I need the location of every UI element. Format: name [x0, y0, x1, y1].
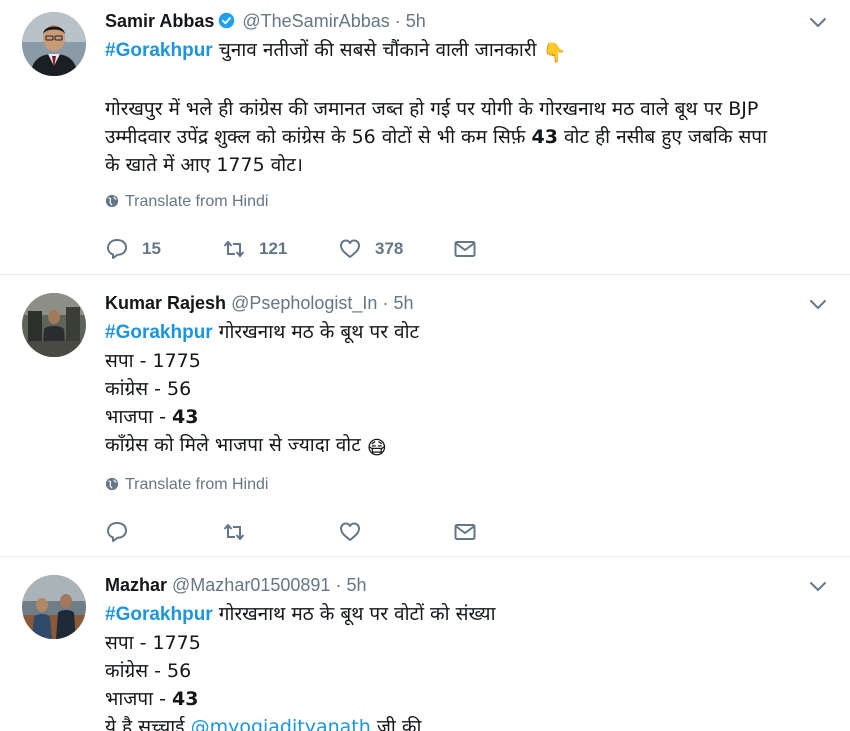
bold-number: 43 — [172, 688, 199, 710]
translate-label: Translate from Hindi — [125, 476, 269, 493]
avatar[interactable] — [22, 293, 86, 357]
text-line: कांग्रेस - 56 — [105, 378, 192, 400]
text-line: काँग्रेस को मिले भाजपा से ज्यादा वोट — [105, 434, 361, 456]
like-icon — [340, 239, 360, 258]
retweet-button[interactable] — [222, 520, 246, 544]
reply-icon — [107, 522, 127, 542]
display-name[interactable]: Kumar Rajesh — [105, 293, 226, 313]
username[interactable]: @Psephologist_In — [231, 293, 377, 313]
separator-dot: · — [382, 293, 389, 313]
translate-link[interactable]: Translate from Hindi — [105, 193, 268, 211]
timestamp[interactable]: 5h — [393, 293, 413, 313]
avatar[interactable] — [22, 575, 86, 639]
tweet-text: #Gorakhpur गोरखनाथ मठ के बूथ पर वोटों को… — [105, 600, 496, 731]
text-line: सपा - 1775 — [105, 632, 201, 654]
retweet-icon — [223, 240, 245, 258]
tweet-header: Mazhar @Mazhar01500891 · 5h — [105, 574, 366, 596]
text-line: भाजपा - — [105, 688, 173, 710]
text-line: वोट ही नसीब हुए जबकि सपा — [557, 126, 768, 148]
translate-link[interactable]: Translate from Hindi — [105, 476, 268, 494]
chevron-down-icon[interactable] — [808, 580, 828, 594]
mask-face-emoji: 😷 — [366, 437, 387, 459]
like-button[interactable] — [338, 520, 362, 544]
globe-icon — [105, 477, 119, 491]
mention-link[interactable]: @myogiadityanath — [191, 716, 371, 731]
tweet-text: #Gorakhpur चुनाव नतीजों की सबसे चौंकाने … — [105, 36, 767, 179]
hashtag-link[interactable]: #Gorakhpur — [105, 322, 213, 343]
separator-dot: · — [394, 11, 401, 31]
tweet-1[interactable]: Samir Abbas @TheSamirAbbas · 5h #Gorakhp… — [0, 0, 850, 274]
timestamp[interactable]: 5h — [406, 11, 426, 31]
timestamp[interactable]: 5h — [346, 575, 366, 595]
separator-dot: · — [335, 575, 342, 595]
username[interactable]: @TheSamirAbbas — [242, 11, 389, 31]
dm-icon — [454, 241, 476, 257]
text-line: गोरखनाथ मठ के बूथ पर वोटों को संख्या — [212, 603, 496, 625]
translate-label: Translate from Hindi — [125, 193, 269, 210]
point-down-emoji: 👇 — [542, 42, 567, 64]
reply-button[interactable]: 15 — [105, 237, 161, 261]
text-line: ये है सच्चाई — [105, 716, 191, 731]
verified-badge-icon — [218, 12, 235, 29]
username[interactable]: @Mazhar01500891 — [172, 575, 330, 595]
avatar-image — [22, 293, 86, 357]
display-name[interactable]: Mazhar — [105, 575, 167, 595]
dm-button[interactable] — [453, 237, 477, 261]
tweet-text: #Gorakhpur गोरखनाथ मठ के बूथ पर वोट सपा … — [105, 318, 419, 462]
reply-count: 15 — [142, 239, 161, 258]
retweet-count: 121 — [259, 239, 288, 258]
tweet-3[interactable]: Mazhar @Mazhar01500891 · 5h #Gorakhpur ग… — [0, 557, 850, 731]
avatar[interactable] — [22, 12, 86, 76]
tweet-actions: 15 121 378 — [105, 237, 505, 261]
like-icon — [340, 522, 360, 541]
chevron-down-icon[interactable] — [808, 298, 828, 312]
text-line: जी की — [370, 716, 422, 731]
text-line: के खाते में आए 1775 वोट। — [105, 154, 303, 176]
reply-icon — [107, 239, 127, 259]
avatar-image — [22, 575, 86, 639]
tweet-header: Kumar Rajesh @Psephologist_In · 5h — [105, 292, 414, 314]
text-line: भाजपा - — [105, 406, 173, 428]
globe-icon — [105, 194, 119, 208]
hashtag-link[interactable]: #Gorakhpur — [105, 40, 213, 61]
dm-button[interactable] — [453, 520, 477, 544]
like-button[interactable]: 378 — [338, 237, 403, 261]
hashtag-link[interactable]: #Gorakhpur — [105, 604, 213, 625]
tweet-2[interactable]: Kumar Rajesh @Psephologist_In · 5h #Gora… — [0, 275, 850, 556]
retweet-button[interactable]: 121 — [222, 237, 287, 261]
text-line: गोरखपुर में भले ही कांग्रेस की जमानत जब्… — [105, 98, 759, 120]
text-line: गोरखनाथ मठ के बूथ पर वोट — [212, 321, 420, 343]
text-line: चुनाव नतीजों की सबसे चौंकाने वाली जानकार… — [212, 39, 537, 61]
display-name[interactable]: Samir Abbas — [105, 11, 214, 31]
bold-number: 43 — [531, 126, 558, 148]
text-line: सपा - 1775 — [105, 350, 201, 372]
like-count: 378 — [375, 239, 404, 258]
chevron-down-icon[interactable] — [808, 16, 828, 30]
tweet-actions — [105, 520, 505, 544]
text-line: कांग्रेस - 56 — [105, 660, 192, 682]
reply-button[interactable] — [105, 520, 129, 544]
avatar-image — [22, 12, 86, 76]
retweet-icon — [223, 523, 245, 541]
text-line: उम्मीदवार उपेंद्र शुक्ल को कांग्रेस के 5… — [105, 126, 532, 148]
tweet-header: Samir Abbas @TheSamirAbbas · 5h — [105, 10, 426, 32]
dm-icon — [454, 524, 476, 540]
bold-number: 43 — [172, 406, 199, 428]
